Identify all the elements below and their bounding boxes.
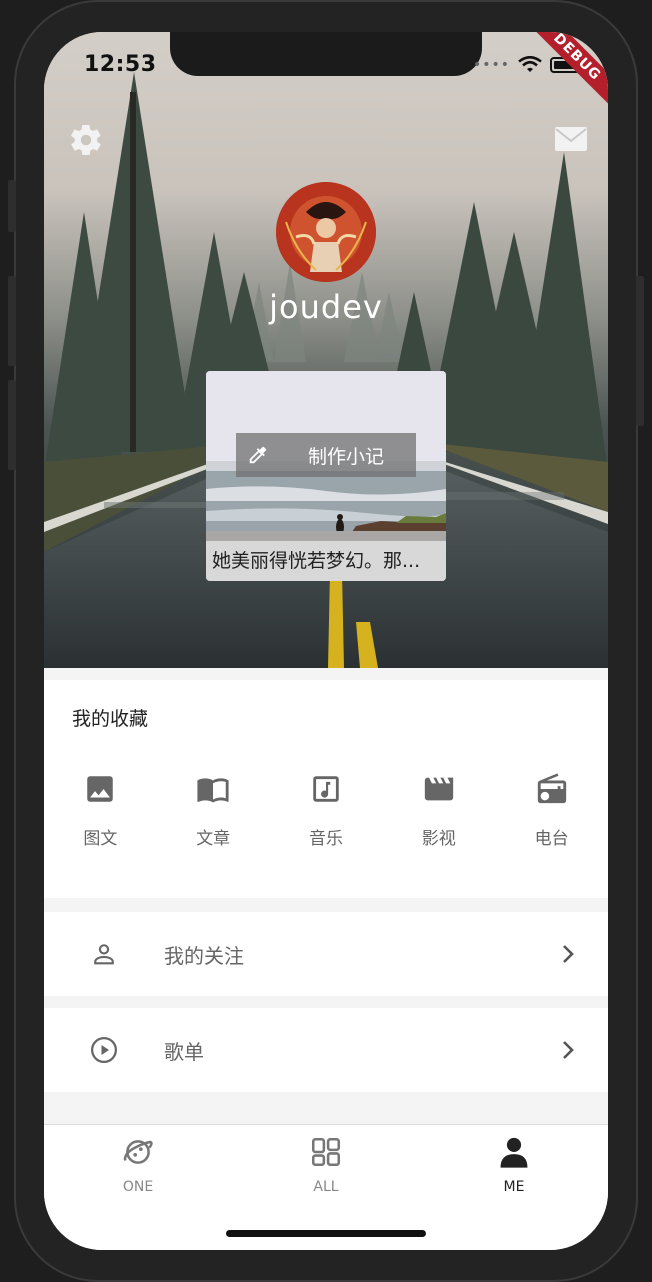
favorite-item-music[interactable]: 音乐 [270,772,383,849]
person-icon [44,940,164,968]
volume-down-button [8,380,16,470]
favorite-item-label: 图文 [83,829,118,849]
tab-one[interactable]: ONE [44,1135,232,1195]
wifi-icon [518,56,542,72]
favorite-item-articles[interactable]: 文章 [157,772,270,849]
favorite-item-label: 音乐 [308,829,343,849]
mute-switch [8,180,16,232]
app-screen: 12:53 •••• DEBUG joudev 制作小记 她美丽得恍若梦幻。那.… [44,32,608,1250]
username: joudev [269,288,383,326]
status-time: 12:53 [84,52,157,77]
notch [170,32,482,76]
home-indicator[interactable] [226,1230,426,1237]
favorite-item-movies[interactable]: 影视 [382,772,495,849]
profile-header: 12:53 •••• DEBUG joudev 制作小记 她美丽得恍若梦幻。那.… [44,32,608,668]
chevron-right-icon [528,1039,608,1061]
mail-button[interactable] [554,124,588,154]
planet-icon [123,1140,153,1164]
image-icon [87,776,114,802]
favorite-item-images[interactable]: 图文 [44,772,157,849]
play-circle-icon [44,1035,164,1065]
favorite-item-label: 电台 [534,829,569,849]
clapper-icon [424,777,453,801]
favorites-section: 我的收藏 图文 文章 音乐 影视 电台 [44,680,608,898]
favorite-item-radio[interactable]: 电台 [495,772,608,849]
gear-icon [71,124,101,156]
list-item-following[interactable]: 我的关注 [44,912,608,996]
tab-label: ALL [313,1179,339,1195]
tab-label: ME [503,1179,525,1195]
music-icon [313,776,339,802]
tab-label: ONE [122,1179,154,1195]
avatar[interactable] [276,182,376,282]
favorite-item-label: 影视 [421,829,456,849]
list-item-label: 歌单 [164,1039,204,1064]
play-circle-outline-icon [91,1037,117,1063]
favorites-title: 我的收藏 [72,708,149,730]
settings-button[interactable] [68,122,104,158]
pen-icon [236,444,280,466]
avatar-image [276,182,376,282]
power-button [636,276,644,426]
chevron-right-icon [528,943,608,965]
grid-icon [311,1137,341,1167]
mail-icon [555,127,587,151]
note-card[interactable]: 制作小记 她美丽得恍若梦幻。那... [206,371,446,581]
eyedropper-icon [249,446,267,464]
radio-icon [537,773,566,804]
tab-all[interactable]: ALL [232,1135,420,1195]
make-note-label: 制作小记 [308,445,385,468]
list-item-playlists[interactable]: 歌单 [44,1008,608,1092]
signal-icon: •••• [472,57,510,73]
list-item-label: 我的关注 [164,943,244,968]
person-filled-icon [500,1137,528,1168]
favorites-row: 图文 文章 音乐 影视 电台 [44,772,608,849]
favorite-item-label: 文章 [196,829,231,849]
tab-me[interactable]: ME [420,1135,608,1195]
book-icon [197,778,229,803]
make-note-button[interactable]: 制作小记 [236,433,416,477]
note-caption: 她美丽得恍若梦幻。那... [206,541,446,581]
volume-up-button [8,276,16,366]
person-outline-icon [94,944,114,965]
